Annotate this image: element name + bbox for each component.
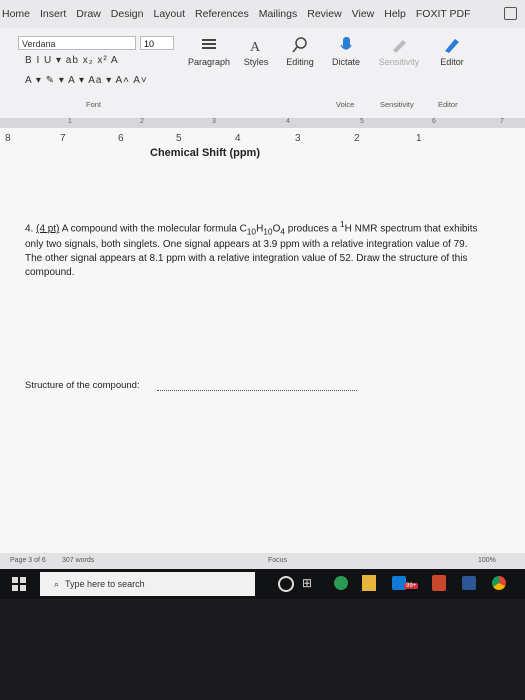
styles-button[interactable]: A Styles xyxy=(238,36,274,67)
ruler-number: 7 xyxy=(500,118,504,125)
editor-group-label: Editor xyxy=(438,100,458,109)
chrome-icon[interactable] xyxy=(492,576,506,590)
formula-subscript: 10 xyxy=(263,226,273,237)
structure-answer-line[interactable] xyxy=(157,390,357,391)
tab-foxit-pdf[interactable]: FOXIT PDF xyxy=(411,8,476,20)
editing-label: Editing xyxy=(286,57,314,67)
question-text: 4. (4 pt) A compound with the molecular … xyxy=(25,217,480,280)
ribbon: Verdana 10 B I U ▾ ab x₂ x² A A ▾ ✎ ▾ A … xyxy=(0,28,525,119)
notification-badge: 99+ xyxy=(404,583,419,589)
search-icon: ⌕ xyxy=(54,579,60,589)
focus-button[interactable]: Focus xyxy=(268,557,287,564)
document-page[interactable]: 8 7 6 5 4 3 2 1 Chemical Shift (ppm) 4. … xyxy=(0,128,525,553)
dictate-button[interactable]: Dictate xyxy=(326,36,366,67)
tab-mailings[interactable]: Mailings xyxy=(254,8,303,20)
question-points: (4 pt) xyxy=(36,223,60,235)
sensitivity-group-label: Sensitivity xyxy=(380,100,414,109)
editor-pen-icon xyxy=(445,39,459,53)
windows-start-icon[interactable] xyxy=(12,577,26,591)
search-icon xyxy=(292,37,307,53)
tab-home[interactable]: Home xyxy=(0,8,35,20)
zoom-level[interactable]: 100% xyxy=(478,557,496,564)
taskbar: ⌕ Type here to search ⊞ 99+ xyxy=(0,569,525,599)
sensitivity-button[interactable]: Sensitivity xyxy=(376,36,422,67)
task-view-icon[interactable]: ⊞ xyxy=(302,576,312,590)
office-icon[interactable] xyxy=(432,575,446,591)
spectrum-axis-number: 4 xyxy=(235,133,241,144)
ruler-number: 6 xyxy=(432,118,436,125)
app-icon[interactable] xyxy=(334,576,348,590)
font-name-select[interactable]: Verdana xyxy=(18,36,136,50)
ruler-number: 3 xyxy=(212,118,216,125)
status-bar: Page 3 of 6 307 words Focus 100% xyxy=(0,553,525,569)
ruler-number: 2 xyxy=(140,118,144,125)
tab-design[interactable]: Design xyxy=(106,8,149,20)
editor-button[interactable]: Editor xyxy=(432,36,472,67)
spectrum-axis-number: 1 xyxy=(416,133,422,144)
question-number: 4. xyxy=(25,223,34,235)
tab-insert[interactable]: Insert xyxy=(35,8,71,20)
editing-button[interactable]: Editing xyxy=(280,36,320,67)
taskbar-search-input[interactable]: ⌕ Type here to search xyxy=(40,572,255,596)
file-explorer-icon[interactable] xyxy=(362,575,376,591)
spectrum-axis-number: 7 xyxy=(60,133,66,144)
ruler-number: 1 xyxy=(68,118,72,125)
structure-label: Structure of the compound: xyxy=(25,380,140,391)
ruler-number: 5 xyxy=(360,118,364,125)
tab-layout[interactable]: Layout xyxy=(148,8,190,20)
question-text-part: produces a xyxy=(284,223,341,235)
paragraph-icon xyxy=(202,39,216,49)
voice-group-label: Voice xyxy=(336,100,355,109)
font-group-label: Font xyxy=(86,100,102,109)
spectrum-axis-number: 8 xyxy=(5,133,11,144)
editor-label: Editor xyxy=(440,57,464,67)
spectrum-axis-number: 5 xyxy=(176,133,182,144)
tab-review[interactable]: Review xyxy=(302,8,346,20)
format-buttons-row-2[interactable]: A ▾ ✎ ▾ A ▾ Aa ▾ A˄ A˅ xyxy=(25,75,148,86)
sensitivity-icon xyxy=(393,40,406,53)
word-app-icon[interactable] xyxy=(462,576,476,590)
microphone-icon xyxy=(340,37,352,50)
styles-label: Styles xyxy=(243,57,269,67)
paragraph-button[interactable]: Paragraph xyxy=(186,36,232,67)
search-placeholder: Type here to search xyxy=(65,579,145,589)
font-size-select[interactable]: 10 xyxy=(140,36,174,50)
horizontal-ruler[interactable]: 1 2 3 4 5 6 7 xyxy=(0,118,525,128)
monitor-bezel xyxy=(0,599,525,700)
tab-draw[interactable]: Draw xyxy=(71,8,106,20)
sensitivity-label: Sensitivity xyxy=(378,57,420,67)
share-icon[interactable] xyxy=(504,7,517,20)
spectrum-axis-number: 6 xyxy=(118,133,124,144)
tab-references[interactable]: References xyxy=(190,8,254,20)
dictate-label: Dictate xyxy=(331,57,360,67)
spectrum-axis-number: 3 xyxy=(295,133,301,144)
format-buttons-row[interactable]: B I U ▾ ab x₂ x² A xyxy=(25,55,119,66)
svg-text:A: A xyxy=(250,40,261,54)
question-text-part: A compound with the molecular formula C xyxy=(61,223,247,235)
cortana-icon[interactable] xyxy=(278,576,294,592)
formula-subscript: 10 xyxy=(246,226,257,237)
word-count[interactable]: 307 words xyxy=(62,557,94,564)
ribbon-tab-bar: Home Insert Draw Design Layout Reference… xyxy=(0,0,525,28)
page-count[interactable]: Page 3 of 6 xyxy=(10,557,46,564)
paragraph-label: Paragraph xyxy=(187,57,231,67)
styles-icon: A xyxy=(250,40,261,54)
tab-help[interactable]: Help xyxy=(379,8,411,20)
ruler-number: 4 xyxy=(286,118,290,125)
spectrum-axis-title: Chemical Shift (ppm) xyxy=(150,147,261,159)
tab-view[interactable]: View xyxy=(347,8,380,20)
spectrum-axis-number: 2 xyxy=(354,133,360,144)
